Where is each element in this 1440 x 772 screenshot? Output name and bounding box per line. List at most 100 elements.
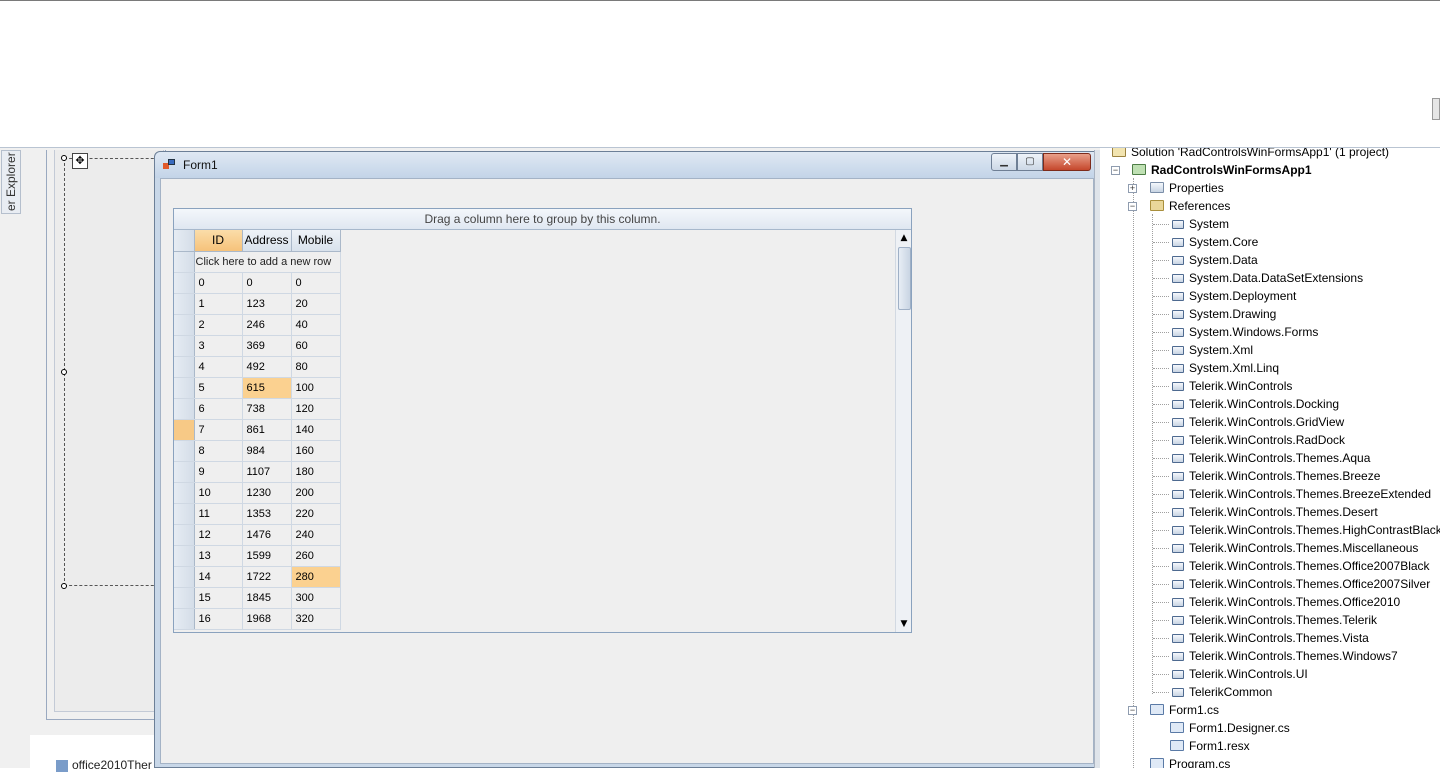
cell-id[interactable]: 14 bbox=[194, 565, 243, 588]
cell-mobile[interactable]: 280 bbox=[291, 566, 341, 588]
tree-item-reference[interactable]: TelerikCommon bbox=[1172, 683, 1272, 701]
cell-id[interactable]: 13 bbox=[194, 545, 243, 567]
table-row[interactable]: 14 1722 280 bbox=[174, 565, 341, 588]
tree-item-reference[interactable]: Telerik.WinControls bbox=[1172, 377, 1292, 395]
cell-address[interactable]: 1599 bbox=[242, 545, 292, 567]
tree-item-reference[interactable]: Telerik.WinControls.Themes.Breeze bbox=[1172, 467, 1380, 485]
cell-id[interactable]: 10 bbox=[194, 482, 243, 504]
cell-address[interactable]: 123 bbox=[242, 293, 292, 315]
cell-address[interactable]: 984 bbox=[242, 440, 292, 462]
cell-address[interactable]: 1722 bbox=[242, 566, 292, 588]
cell-id[interactable]: 1 bbox=[194, 293, 243, 315]
resize-handle-top-left[interactable] bbox=[61, 155, 67, 161]
cell-address[interactable]: 1845 bbox=[242, 587, 292, 609]
table-row[interactable]: 11 1353 220 bbox=[174, 502, 341, 525]
tree-item-form1-designer[interactable]: Form1.Designer.cs bbox=[1170, 719, 1290, 737]
cell-address[interactable]: 492 bbox=[242, 356, 292, 378]
cell-id[interactable]: 12 bbox=[194, 524, 243, 546]
cell-id[interactable]: 2 bbox=[194, 314, 243, 336]
tree-item-reference[interactable]: System.Deployment bbox=[1172, 287, 1296, 305]
tree-item-form1-resx[interactable]: Form1.resx bbox=[1170, 737, 1250, 755]
cell-mobile[interactable]: 160 bbox=[291, 440, 341, 462]
tree-item-reference[interactable]: Telerik.WinControls.Docking bbox=[1172, 395, 1339, 413]
cell-id[interactable]: 4 bbox=[194, 356, 243, 378]
cell-id[interactable]: 16 bbox=[194, 608, 243, 630]
table-row[interactable]: 4 492 80 bbox=[174, 356, 341, 378]
cell-address[interactable]: 1476 bbox=[242, 524, 292, 546]
table-row[interactable]: 6 738 120 bbox=[174, 398, 341, 420]
scroll-down-icon[interactable]: ▼ bbox=[896, 616, 912, 632]
cell-address[interactable]: 861 bbox=[242, 419, 292, 441]
selection-box[interactable] bbox=[64, 158, 164, 586]
maximize-button[interactable]: ▢ bbox=[1017, 153, 1043, 171]
cell-mobile[interactable]: 240 bbox=[291, 524, 341, 546]
cell-mobile[interactable]: 180 bbox=[291, 461, 341, 483]
cell-id[interactable]: 11 bbox=[194, 502, 243, 525]
row-indicator[interactable] bbox=[174, 545, 195, 567]
table-row[interactable]: 5 615 100 bbox=[174, 377, 341, 399]
server-explorer-tab[interactable]: er Explorer bbox=[1, 150, 21, 214]
row-indicator[interactable] bbox=[174, 419, 195, 441]
table-row[interactable]: 1 123 20 bbox=[174, 293, 341, 315]
tree-item-references[interactable]: References bbox=[1150, 197, 1230, 215]
tree-item-properties[interactable]: Properties bbox=[1150, 179, 1224, 197]
table-row[interactable]: 7 861 140 bbox=[174, 418, 341, 441]
cell-address[interactable]: 615 bbox=[242, 377, 292, 399]
table-row[interactable]: 3 369 60 bbox=[174, 335, 341, 357]
tree-item-reference[interactable]: System.Data bbox=[1172, 251, 1258, 269]
tree-item-reference[interactable]: Telerik.WinControls.Themes.Aqua bbox=[1172, 449, 1370, 467]
cell-id[interactable]: 6 bbox=[194, 398, 243, 420]
row-indicator[interactable] bbox=[174, 377, 195, 399]
cell-address[interactable]: 1107 bbox=[242, 461, 292, 483]
tree-item-reference[interactable]: Telerik.WinControls.Themes.HighContrastB… bbox=[1172, 521, 1440, 539]
tree-item-solution[interactable]: Solution 'RadControlsWinFormsApp1' (1 pr… bbox=[1112, 148, 1389, 161]
cell-mobile[interactable]: 140 bbox=[291, 419, 341, 441]
row-indicator[interactable] bbox=[174, 482, 195, 504]
form-title-bar[interactable]: Form1 ▁ ▢ ✕ bbox=[155, 152, 1099, 178]
cell-mobile[interactable]: 80 bbox=[291, 356, 341, 378]
column-header-mobile[interactable]: Mobile bbox=[291, 230, 341, 252]
table-row[interactable]: 10 1230 200 bbox=[174, 482, 341, 504]
cell-id[interactable]: 3 bbox=[194, 335, 243, 357]
row-indicator[interactable] bbox=[174, 335, 195, 357]
cell-mobile[interactable]: 300 bbox=[291, 587, 341, 609]
component-tray-item[interactable]: office2010Ther bbox=[56, 758, 152, 772]
row-indicator[interactable] bbox=[174, 314, 195, 336]
row-indicator[interactable] bbox=[174, 608, 195, 630]
row-indicator[interactable] bbox=[174, 524, 195, 546]
close-button[interactable]: ✕ bbox=[1043, 153, 1091, 171]
row-indicator[interactable] bbox=[174, 503, 195, 525]
new-row-prompt[interactable]: Click here to add a new row bbox=[194, 251, 341, 273]
cell-id[interactable]: 5 bbox=[194, 377, 243, 399]
cell-mobile[interactable]: 260 bbox=[291, 545, 341, 567]
row-indicator[interactable] bbox=[174, 293, 195, 315]
cell-mobile[interactable]: 100 bbox=[291, 377, 341, 399]
group-panel[interactable]: Drag a column here to group by this colu… bbox=[174, 209, 911, 230]
cell-id[interactable]: 8 bbox=[194, 440, 243, 462]
tree-item-reference[interactable]: System.Core bbox=[1172, 233, 1258, 251]
cell-mobile[interactable]: 40 bbox=[291, 314, 341, 336]
tree-item-reference[interactable]: Telerik.WinControls.Themes.Windows7 bbox=[1172, 647, 1398, 665]
cell-address[interactable]: 246 bbox=[242, 314, 292, 336]
row-indicator[interactable] bbox=[174, 440, 195, 462]
tree-item-reference[interactable]: Telerik.WinControls.RadDock bbox=[1172, 431, 1345, 449]
table-row[interactable]: 12 1476 240 bbox=[174, 524, 341, 546]
table-row[interactable]: 15 1845 300 bbox=[174, 587, 341, 609]
resize-handle-bottom-left[interactable] bbox=[61, 583, 67, 589]
row-indicator[interactable] bbox=[174, 566, 195, 588]
tree-item-reference[interactable]: Telerik.WinControls.Themes.Telerik bbox=[1172, 611, 1377, 629]
row-indicator[interactable] bbox=[174, 272, 195, 294]
tree-item-program[interactable]: Program.cs bbox=[1150, 755, 1230, 768]
cell-address[interactable]: 1230 bbox=[242, 482, 292, 504]
tree-item-reference[interactable]: Telerik.WinControls.Themes.Office2007Sil… bbox=[1172, 575, 1430, 593]
table-row[interactable]: 13 1599 260 bbox=[174, 545, 341, 567]
cell-mobile[interactable]: 60 bbox=[291, 335, 341, 357]
tree-item-reference[interactable]: System bbox=[1172, 215, 1229, 233]
scrollbar-stub[interactable] bbox=[1432, 98, 1440, 120]
move-icon[interactable]: ✥ bbox=[72, 153, 88, 169]
tree-item-reference[interactable]: Telerik.WinControls.Themes.Miscellaneous bbox=[1172, 539, 1418, 557]
tree-item-reference[interactable]: System.Xml.Linq bbox=[1172, 359, 1279, 377]
collapse-references-icon[interactable]: − bbox=[1128, 202, 1137, 211]
cell-id[interactable]: 7 bbox=[194, 418, 243, 441]
row-indicator[interactable] bbox=[174, 461, 195, 483]
